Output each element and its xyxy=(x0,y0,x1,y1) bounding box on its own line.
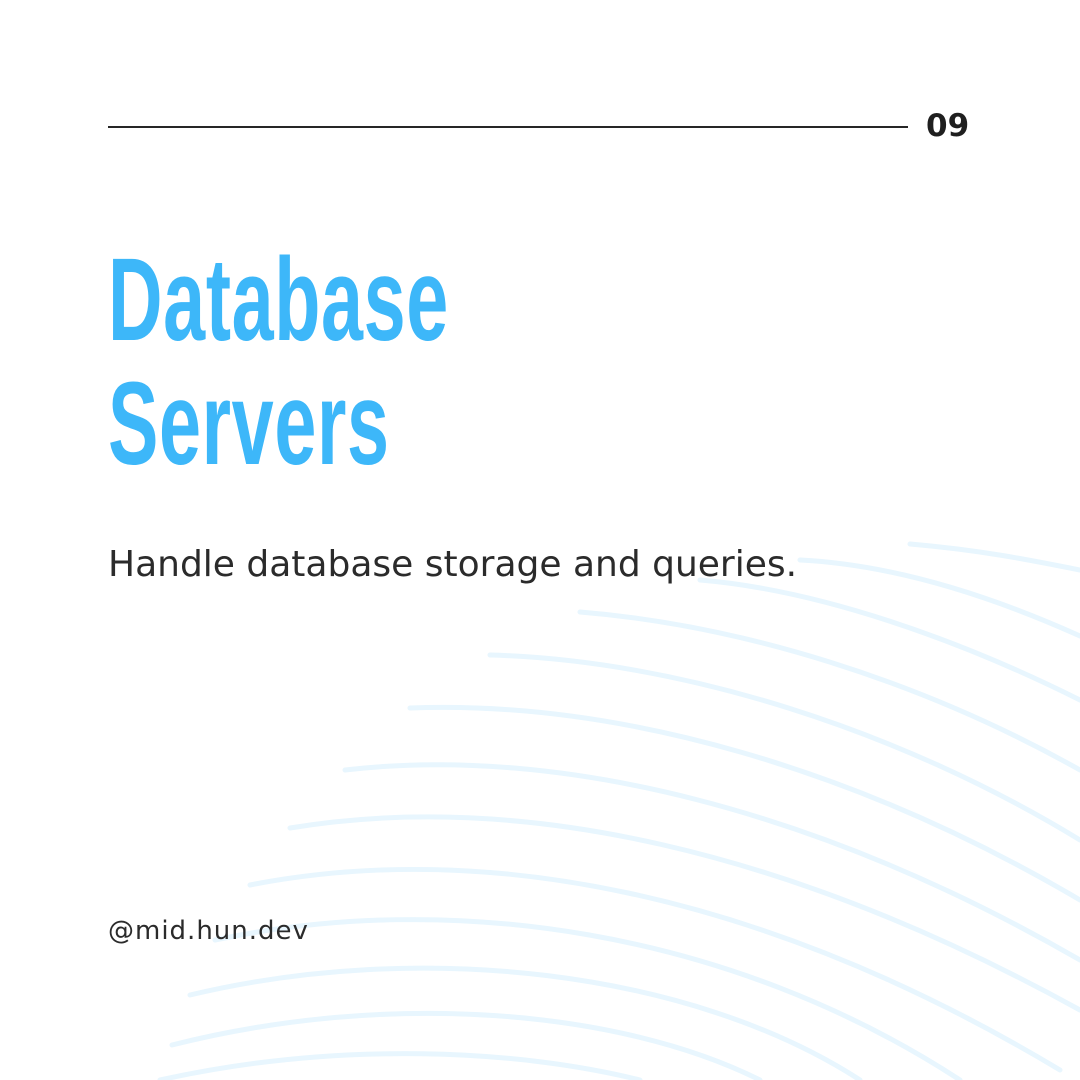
slide: 09 Database Servers Handle database stor… xyxy=(0,0,1080,1080)
title-line-1: Database xyxy=(108,234,449,366)
slide-description: Handle database storage and queries. xyxy=(108,544,798,585)
slide-title: Database Servers xyxy=(108,238,556,486)
top-divider xyxy=(108,126,908,128)
title-line-2: Servers xyxy=(108,358,390,490)
author-handle: @mid.hun.dev xyxy=(108,916,309,946)
page-number: 09 xyxy=(926,108,970,144)
